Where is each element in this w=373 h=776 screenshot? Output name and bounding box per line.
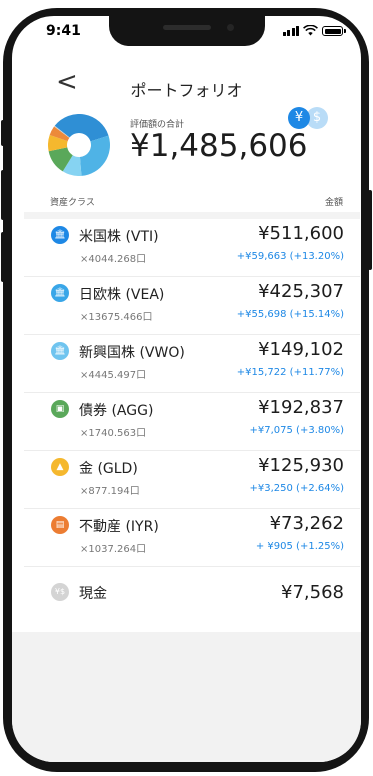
asset-quantity: ×877.194口 bbox=[80, 486, 140, 497]
column-header-amount: 金額 bbox=[324, 198, 343, 208]
asset-name: 不動産 (IYR) bbox=[79, 519, 159, 535]
asset-change: +¥7,075 (+3.80%) bbox=[249, 425, 345, 436]
signal-icon bbox=[282, 25, 299, 36]
asset-row[interactable]: ▣ 債券 (AGG) ×1740.563口 ¥192,837 +¥7,075 (+3.8… bbox=[24, 393, 360, 451]
asset-name: 債券 (AGG) bbox=[79, 403, 154, 419]
asset-name: 新興国株 (VWO) bbox=[79, 345, 185, 361]
asset-row[interactable]: ▲ 金 (GLD) ×877.194口 ¥125,930 +¥3,250 (+2.64%… bbox=[24, 451, 360, 509]
section-divider bbox=[24, 212, 360, 219]
status-icons bbox=[282, 25, 346, 36]
building-icon: 🏛 bbox=[51, 226, 69, 244]
page-title: ポートフォリオ bbox=[130, 81, 243, 100]
asset-quantity: ×1037.264口 bbox=[80, 544, 147, 555]
asset-row[interactable]: ▤ 不動産 (IYR) ×1037.264口 ¥73,262 + ¥905 (+1.25… bbox=[24, 509, 360, 567]
asset-amount: ¥511,600 bbox=[258, 223, 344, 244]
asset-row[interactable]: 🏛 日欧株 (VEA) ×13675.466口 ¥425,307 +¥55,698 (+… bbox=[24, 277, 360, 335]
asset-change: +¥59,663 (+13.20%) bbox=[236, 251, 344, 262]
asset-quantity: ×1740.563口 bbox=[80, 428, 147, 439]
speaker bbox=[163, 25, 211, 30]
wifi-icon bbox=[303, 25, 318, 36]
column-header-asset-class: 資産クラス bbox=[50, 198, 95, 208]
asset-quantity: ×4044.268口 bbox=[80, 254, 147, 265]
asset-amount: ¥73,262 bbox=[269, 513, 344, 534]
yen-toggle-button[interactable]: ¥ bbox=[288, 107, 310, 129]
building-icon: 🏛 bbox=[51, 342, 69, 360]
asset-amount: ¥125,930 bbox=[258, 455, 344, 476]
asset-row[interactable]: 🏛 新興国株 (VWO) ×4445.497口 ¥149,102 +¥15,722 (+… bbox=[24, 335, 360, 393]
battery-icon bbox=[322, 26, 346, 36]
building-icon: 🏛 bbox=[51, 284, 69, 302]
allocation-donut-chart bbox=[48, 114, 110, 176]
notch bbox=[109, 16, 265, 46]
dollar-icon: $ bbox=[312, 110, 322, 125]
empty-area bbox=[12, 632, 361, 762]
asset-amount: ¥149,102 bbox=[258, 339, 344, 360]
status-time: 9:41 bbox=[46, 23, 81, 39]
asset-quantity: ×4445.497口 bbox=[80, 370, 147, 381]
total-value: ¥1,485,606 bbox=[130, 128, 308, 164]
real-estate-icon: ▤ bbox=[51, 516, 69, 534]
yen-icon: ¥ bbox=[294, 110, 304, 125]
asset-change: +¥55,698 (+15.14%) bbox=[236, 309, 344, 320]
asset-amount: ¥192,837 bbox=[258, 397, 344, 418]
asset-name: 金 (GLD) bbox=[79, 461, 138, 477]
asset-amount: ¥7,568 bbox=[281, 582, 344, 603]
asset-amount: ¥425,307 bbox=[258, 281, 344, 302]
asset-name: 現金 bbox=[79, 586, 107, 602]
asset-change: + ¥905 (+1.25%) bbox=[255, 541, 344, 552]
donut-slice bbox=[79, 135, 110, 176]
front-camera bbox=[227, 24, 234, 31]
cash-icon: ¥$ bbox=[51, 583, 69, 601]
gold-bars-icon: ▲ bbox=[51, 458, 69, 476]
asset-row[interactable]: 🏛 米国株 (VTI) ×4044.268口 ¥511,600 +¥59,663 (+1… bbox=[24, 219, 360, 277]
asset-name: 日欧株 (VEA) bbox=[79, 287, 165, 303]
asset-change: +¥15,722 (+11.77%) bbox=[236, 367, 344, 378]
asset-change: +¥3,250 (+2.64%) bbox=[249, 483, 345, 494]
asset-name: 米国株 (VTI) bbox=[79, 229, 159, 245]
asset-row-cash[interactable]: ¥$ 現金 ¥7,568 bbox=[24, 570, 360, 616]
bond-icon: ▣ bbox=[51, 400, 69, 418]
asset-quantity: ×13675.466口 bbox=[80, 312, 153, 323]
